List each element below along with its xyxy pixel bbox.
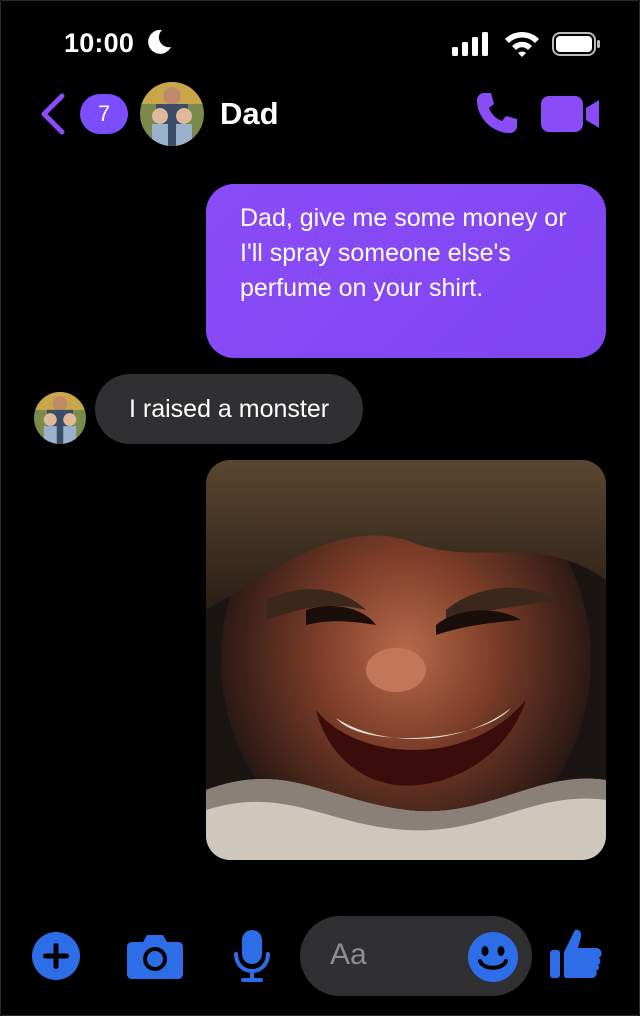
wifi-icon	[505, 31, 539, 57]
photo-message[interactable]	[206, 460, 606, 860]
video-camera-icon[interactable]	[540, 94, 602, 134]
laughing-boy-photo	[206, 460, 606, 860]
microphone-icon[interactable]	[232, 928, 272, 984]
plus-icon[interactable]	[31, 931, 81, 981]
outgoing-message-bubble[interactable]: Dad, give me some money or I'll spray so…	[206, 184, 606, 358]
emoji-icon[interactable]	[466, 930, 520, 984]
incoming-message-bubble[interactable]: I raised a monster	[95, 374, 364, 444]
chevron-left-icon[interactable]	[38, 92, 68, 136]
contact-name[interactable]: Dad	[220, 96, 279, 132]
moon-icon	[148, 29, 171, 54]
signal-icon	[452, 32, 488, 56]
unread-count-badge[interactable]: 7	[80, 94, 128, 134]
battery-icon	[552, 32, 600, 56]
phone-icon[interactable]	[474, 90, 520, 136]
message-input-placeholder: Aa	[330, 938, 367, 971]
sender-avatar	[34, 392, 86, 444]
contact-avatar[interactable]	[140, 82, 204, 146]
thumbs-up-icon[interactable]	[548, 926, 604, 982]
camera-icon[interactable]	[126, 932, 184, 980]
status-time: 10:00	[64, 28, 135, 58]
